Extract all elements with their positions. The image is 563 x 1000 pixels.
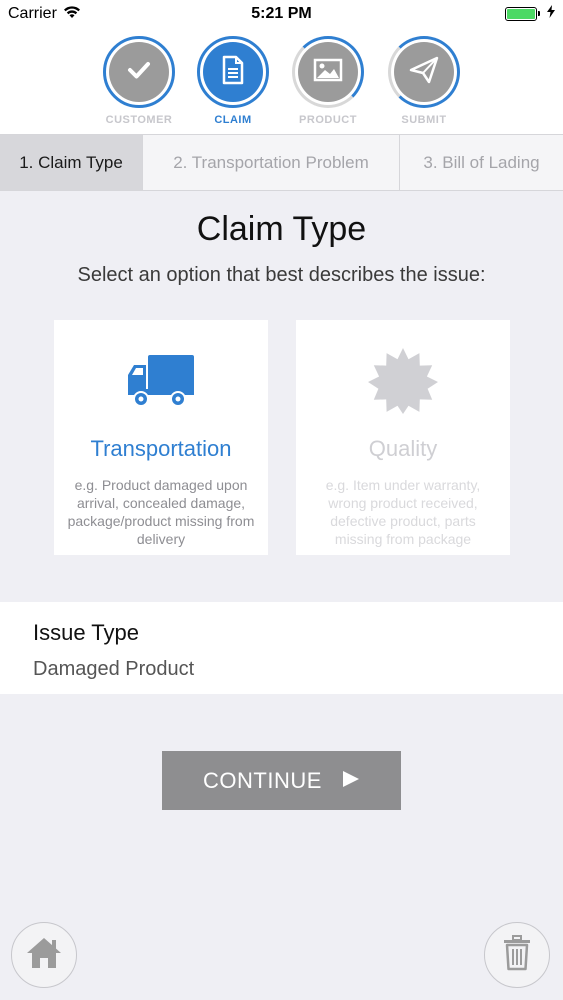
step-ring bbox=[103, 36, 175, 108]
paper-plane-icon bbox=[409, 56, 439, 89]
option-title: Quality bbox=[368, 436, 438, 461]
step-product[interactable]: PRODUCT bbox=[283, 36, 373, 126]
step-label: CLAIM bbox=[214, 114, 252, 126]
card-icon-wrap bbox=[54, 348, 268, 418]
document-icon bbox=[221, 55, 245, 90]
step-indicator: CUSTOMER CLAIM PRODUCT SUBMIT bbox=[0, 28, 563, 134]
trash-icon bbox=[502, 934, 532, 976]
continue-button[interactable]: CONTINUE bbox=[162, 751, 401, 810]
page-title: Claim Type bbox=[196, 210, 367, 248]
step-circle bbox=[298, 42, 358, 102]
checkmark-icon bbox=[125, 56, 153, 89]
issue-type-value: Damaged Product bbox=[33, 658, 195, 680]
option-transportation[interactable]: Transportation e.g. Product damaged upon… bbox=[54, 320, 268, 555]
tab-transportation-problem[interactable]: 2. Transportation Problem bbox=[143, 135, 400, 190]
badge-icon bbox=[368, 347, 438, 419]
step-ring bbox=[197, 36, 269, 108]
issue-type-panel[interactable]: Issue Type Damaged Product bbox=[0, 602, 563, 694]
option-quality[interactable]: Quality e.g. Item under warranty, wrong … bbox=[296, 320, 510, 555]
step-circle bbox=[203, 42, 263, 102]
option-description: e.g. Product damaged upon arrival, conce… bbox=[67, 477, 255, 547]
step-submit[interactable]: SUBMIT bbox=[379, 36, 469, 126]
step-ring bbox=[388, 36, 460, 108]
page-subtitle: Select an option that best describes the… bbox=[77, 264, 486, 286]
step-circle bbox=[109, 42, 169, 102]
step-label: PRODUCT bbox=[299, 114, 357, 126]
wifi-icon bbox=[63, 5, 81, 24]
status-time: 5:21 PM bbox=[251, 5, 312, 22]
step-label: CUSTOMER bbox=[105, 114, 173, 126]
card-icon-wrap bbox=[296, 347, 510, 419]
play-arrow-icon bbox=[342, 768, 360, 794]
option-title: Transportation bbox=[90, 436, 232, 461]
charging-icon bbox=[547, 5, 555, 23]
battery-icon bbox=[505, 7, 540, 21]
status-bar: Carrier 5:21 PM bbox=[0, 0, 563, 28]
step-customer[interactable]: CUSTOMER bbox=[94, 36, 184, 126]
home-icon bbox=[25, 936, 63, 975]
step-label: SUBMIT bbox=[401, 114, 447, 126]
home-button[interactable] bbox=[11, 922, 77, 988]
carrier-label: Carrier bbox=[8, 5, 57, 22]
image-icon bbox=[313, 58, 343, 87]
truck-icon bbox=[126, 353, 196, 414]
status-right bbox=[505, 5, 555, 23]
continue-label: CONTINUE bbox=[203, 767, 322, 793]
step-circle bbox=[394, 42, 454, 102]
step-claim[interactable]: CLAIM bbox=[188, 36, 278, 126]
issue-type-label: Issue Type bbox=[33, 620, 139, 645]
step-ring bbox=[292, 36, 364, 108]
tab-bill-of-lading[interactable]: 3. Bill of Lading bbox=[400, 135, 563, 190]
status-left: Carrier bbox=[8, 5, 81, 24]
claim-tabs: 1. Claim Type 2. Transportation Problem … bbox=[0, 134, 563, 191]
delete-button[interactable] bbox=[484, 922, 550, 988]
tab-claim-type[interactable]: 1. Claim Type bbox=[0, 135, 143, 190]
option-description: e.g. Item under warranty, wrong product … bbox=[325, 477, 481, 547]
